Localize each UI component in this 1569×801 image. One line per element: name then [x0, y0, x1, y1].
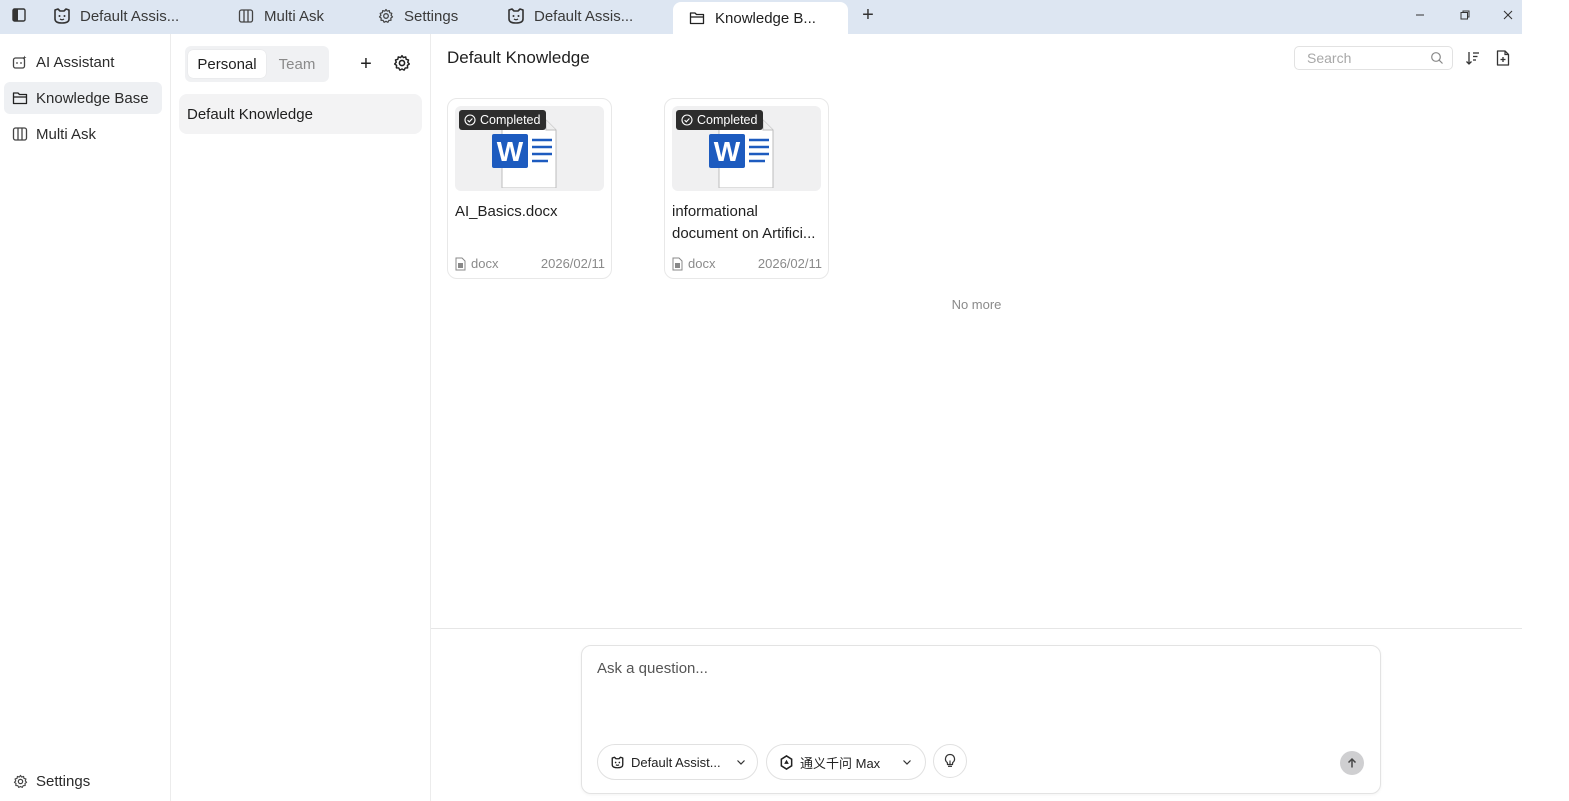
assistant-selector[interactable]: Default Assist... — [597, 744, 758, 780]
minimize-icon[interactable] — [1409, 5, 1431, 25]
nav-settings-label: Settings — [36, 772, 91, 790]
nav-item-label: Multi Ask — [36, 125, 97, 143]
assistant-face-icon — [506, 6, 526, 26]
file-type-label: docx — [688, 256, 716, 271]
chevron-down-icon — [901, 756, 913, 768]
svg-text:W: W — [497, 136, 524, 167]
gear-icon — [12, 773, 28, 789]
window-edge — [1522, 0, 1569, 801]
send-button[interactable] — [1340, 751, 1364, 775]
file-type: docx — [455, 256, 498, 271]
knowledge-item-default[interactable]: Default Knowledge — [179, 94, 422, 134]
knowledge-settings-gear-icon[interactable] — [393, 54, 411, 72]
add-knowledge-button[interactable]: + — [356, 53, 376, 75]
segment-personal[interactable]: Personal — [188, 50, 266, 78]
status-badge: Completed — [459, 110, 547, 130]
status-badge: Completed — [676, 110, 764, 130]
file-meta: docx 2026/02/11 — [672, 256, 822, 271]
sort-icon[interactable] — [1464, 49, 1482, 67]
question-composer: Default Assist... 通义千问 Max — [581, 645, 1381, 794]
file-name: informational document on Artifici... — [672, 203, 816, 242]
sidebar-toggle-icon[interactable] — [10, 6, 28, 24]
nav-settings[interactable]: Settings — [4, 768, 162, 794]
status-label: Completed — [697, 113, 758, 127]
document-icon — [455, 257, 466, 271]
tab-knowledge-base[interactable]: Knowledge B... — [673, 2, 848, 34]
tab-label: Default Assis... — [80, 7, 180, 25]
title-bar: Default Assis... Multi Ask Settings Defa… — [0, 0, 1522, 34]
document-icon — [672, 257, 683, 271]
chevron-down-icon — [735, 756, 747, 768]
model-selector-label: 通义千问 Max — [800, 755, 881, 771]
folder-icon — [687, 8, 707, 28]
close-icon[interactable] — [1497, 5, 1519, 25]
check-circle-icon — [464, 114, 476, 126]
tab-default-assistant-2[interactable]: Default Assis... — [492, 2, 662, 30]
new-tab-button[interactable]: + — [858, 5, 878, 25]
check-circle-icon — [681, 114, 693, 126]
tab-label: Knowledge B... — [715, 9, 816, 27]
upload-file-icon[interactable] — [1494, 49, 1512, 67]
tab-label: Multi Ask — [264, 7, 325, 25]
file-type: docx — [672, 256, 715, 271]
nav-item-multi-ask[interactable]: Multi Ask — [4, 118, 162, 150]
segment-team[interactable]: Team — [269, 50, 325, 78]
assistant-icon — [12, 54, 28, 70]
question-input[interactable] — [597, 660, 1357, 720]
file-date: 2026/02/11 — [757, 256, 822, 271]
search-box — [1294, 46, 1453, 70]
tab-label: Settings — [404, 7, 459, 25]
file-card[interactable]: W Completed AI_Basics.docx docx 2026/02/… — [447, 98, 612, 279]
no-more-label: No more — [951, 297, 1002, 312]
tab-label: Default Assis... — [534, 7, 634, 25]
tab-multi-ask[interactable]: Multi Ask — [222, 2, 352, 30]
tab-settings[interactable]: Settings — [362, 2, 482, 30]
file-type-label: docx — [471, 256, 499, 271]
divider — [431, 628, 1522, 629]
file-card[interactable]: W Completed informational document on Ar… — [664, 98, 829, 279]
nav-item-knowledge-base[interactable]: Knowledge Base — [4, 82, 162, 114]
gear-icon — [376, 6, 396, 26]
assistant-face-icon — [610, 755, 625, 770]
nav-item-ai-assistant[interactable]: AI Assistant — [4, 46, 162, 78]
search-icon[interactable] — [1430, 51, 1444, 65]
search-input[interactable] — [1307, 50, 1427, 66]
file-name: AI_Basics.docx — [455, 203, 558, 220]
nav-item-label: Knowledge Base — [36, 89, 149, 107]
page-title: Default Knowledge — [447, 48, 590, 67]
lightbulb-icon[interactable] — [933, 744, 967, 778]
status-label: Completed — [480, 113, 541, 127]
assistant-selector-label: Default Assist... — [631, 754, 721, 770]
arrow-up-icon — [1346, 757, 1358, 769]
assistant-face-icon — [52, 6, 72, 26]
nav-item-label: AI Assistant — [36, 53, 115, 71]
knowledge-list-panel: Personal Team + Default Knowledge — [171, 34, 431, 801]
svg-text:W: W — [714, 136, 741, 167]
columns-icon — [236, 6, 256, 26]
columns-icon — [12, 126, 28, 142]
tab-default-assistant-1[interactable]: Default Assis... — [38, 2, 208, 30]
model-selector[interactable]: 通义千问 Max — [766, 744, 926, 780]
restore-icon[interactable] — [1454, 5, 1476, 25]
folder-icon — [12, 90, 28, 106]
left-navigation: AI Assistant Knowledge Base Multi Ask Se… — [0, 34, 171, 801]
main-content: Default Knowledge W Completed AI_Basics.… — [431, 34, 1522, 801]
file-thumbnail: W Completed — [455, 106, 604, 191]
file-meta: docx 2026/02/11 — [455, 256, 605, 271]
scope-segmented-control: Personal Team — [185, 46, 329, 82]
file-date: 2026/02/11 — [540, 256, 605, 271]
file-thumbnail: W Completed — [672, 106, 821, 191]
model-logo-icon — [779, 754, 794, 770]
